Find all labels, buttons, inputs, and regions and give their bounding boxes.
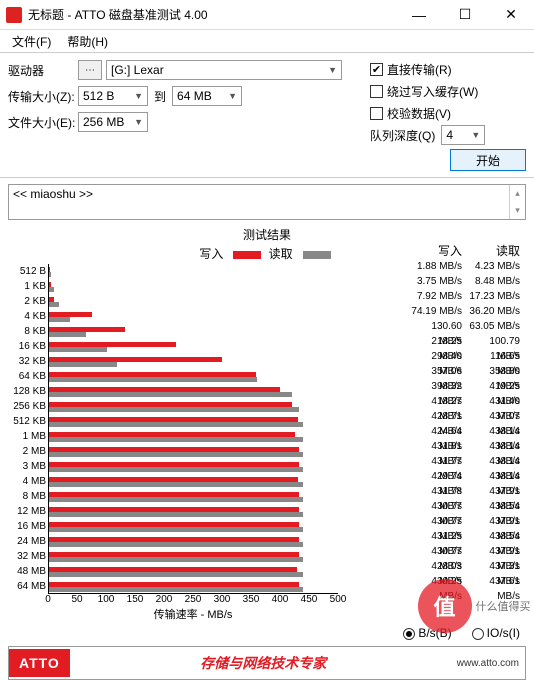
verify-label: 校验数据(V) <box>387 105 451 122</box>
table-row: 431.77 MB/s438.14 MB/s <box>410 454 526 469</box>
hdr-read: 读取 <box>468 242 526 259</box>
queue-depth-combo[interactable]: 4▼ <box>441 125 485 145</box>
transfer-size-label: 传输大小(Z): <box>8 88 78 105</box>
table-row: 130.60 MB/s63.05 MB/s <box>410 319 526 334</box>
footer-url: www.atto.com <box>457 658 525 669</box>
title-bar: 无标题 - ATTO 磁盘基准测试 4.00 — ☐ ✕ <box>0 0 534 30</box>
results-table: 写入 读取 1.88 MB/s4.23 MB/s3.75 MB/s8.48 MB… <box>410 242 526 589</box>
table-row: 430.77 MB/s438.54 MB/s <box>410 499 526 514</box>
toolbar: 驱动器 ⋯ [G:] Lexar ▼ 传输大小(Z): 512 B▼ 到 64 … <box>0 52 534 178</box>
minimize-button[interactable]: — <box>396 0 442 30</box>
hdr-write: 写入 <box>410 242 468 259</box>
direct-io-checkbox[interactable] <box>370 63 383 76</box>
unit-iops-radio[interactable]: IO/s(I) <box>472 626 520 640</box>
bypass-cache-checkbox[interactable] <box>370 85 383 98</box>
table-row: 298.40 MB/s116.65 MB/s <box>410 349 526 364</box>
chevron-down-icon: ▼ <box>471 130 480 140</box>
table-row: 428.71 MB/s437.07 MB/s <box>410 409 526 424</box>
table-row: 430.77 MB/s437.91 MB/s <box>410 514 526 529</box>
menu-bar: 文件(F) 帮助(H) <box>0 30 534 52</box>
start-button[interactable]: 开始 <box>450 149 526 171</box>
table-row: 418.27 MB/s431.40 MB/s <box>410 394 526 409</box>
table-row: 430.25 MB/s437.61 MB/s <box>410 574 526 589</box>
table-row: 1.88 MB/s4.23 MB/s <box>410 259 526 274</box>
table-row: 431.25 MB/s438.54 MB/s <box>410 529 526 544</box>
menu-file[interactable]: 文件(F) <box>4 31 59 52</box>
chart-title: 测试结果 <box>8 226 526 243</box>
app-icon <box>6 7 22 23</box>
drive-picker-button[interactable]: ⋯ <box>78 60 102 80</box>
filesize-label: 文件大小(E): <box>8 114 78 131</box>
table-row: 431.81 MB/s438.14 MB/s <box>410 439 526 454</box>
legend-read-swatch <box>303 251 331 259</box>
direct-io-label: 直接传输(R) <box>387 61 452 78</box>
description-input[interactable]: << miaoshu >> ▴▾ <box>8 184 526 220</box>
filesize-combo[interactable]: 256 MB▼ <box>78 112 148 132</box>
maximize-button[interactable]: ☐ <box>442 0 488 30</box>
x-axis-label: 传输速率 - MB/s <box>48 606 338 622</box>
chevron-down-icon: ▼ <box>328 65 337 75</box>
unit-bps-radio[interactable]: B/s(B) <box>403 626 451 640</box>
chart-area: 测试结果 写入 读取 512 B1 KB2 KB4 KB8 KB16 KB32 … <box>0 226 534 622</box>
scrollbar[interactable]: ▴▾ <box>509 185 525 219</box>
drive-combo[interactable]: [G:] Lexar ▼ <box>106 60 342 80</box>
x-axis: 050100150200250300350400450500 <box>48 594 338 606</box>
table-row: 429.74 MB/s438.14 MB/s <box>410 469 526 484</box>
legend-write-swatch <box>233 251 261 259</box>
table-row: 424.64 MB/s438.14 MB/s <box>410 424 526 439</box>
transfer-to-combo[interactable]: 64 MB▼ <box>172 86 242 106</box>
footer: ATTO 存储与网络技术专家 www.atto.com <box>8 646 526 680</box>
atto-logo: ATTO <box>9 649 70 677</box>
bypass-cache-label: 绕过写入缓存(W) <box>387 83 478 100</box>
unit-radio-group: B/s(B) IO/s(I) <box>0 622 534 644</box>
drive-value: [G:] Lexar <box>111 63 164 77</box>
table-row: 398.32 MB/s419.25 MB/s <box>410 379 526 394</box>
window-title: 无标题 - ATTO 磁盘基准测试 4.00 <box>28 6 396 23</box>
table-row: 7.92 MB/s17.23 MB/s <box>410 289 526 304</box>
verify-checkbox[interactable] <box>370 107 383 120</box>
footer-text: 存储与网络技术专家 <box>70 653 457 673</box>
chevron-down-icon: ▼ <box>228 91 237 101</box>
y-axis-labels: 512 B1 KB2 KB4 KB8 KB16 KB32 KB64 KB128 … <box>8 264 48 594</box>
table-row: 218.25 MB/s100.79 MB/s <box>410 334 526 349</box>
transfer-from-combo[interactable]: 512 B▼ <box>78 86 148 106</box>
queue-depth-label: 队列深度(Q) <box>370 127 435 144</box>
chart-plot <box>48 264 338 594</box>
menu-help[interactable]: 帮助(H) <box>59 31 116 52</box>
chevron-down-icon: ▼ <box>134 117 143 127</box>
chevron-down-icon: ▼ <box>134 91 143 101</box>
close-button[interactable]: ✕ <box>488 0 534 30</box>
table-row: 430.77 MB/s437.91 MB/s <box>410 544 526 559</box>
table-row: 3.75 MB/s8.48 MB/s <box>410 274 526 289</box>
table-row: 357.06 MB/s358.80 MB/s <box>410 364 526 379</box>
table-row: 74.19 MB/s36.20 MB/s <box>410 304 526 319</box>
table-row: 428.03 MB/s437.31 MB/s <box>410 559 526 574</box>
to-label: 到 <box>154 88 166 105</box>
table-row: 431.78 MB/s437.91 MB/s <box>410 484 526 499</box>
drive-label: 驱动器 <box>8 62 78 79</box>
